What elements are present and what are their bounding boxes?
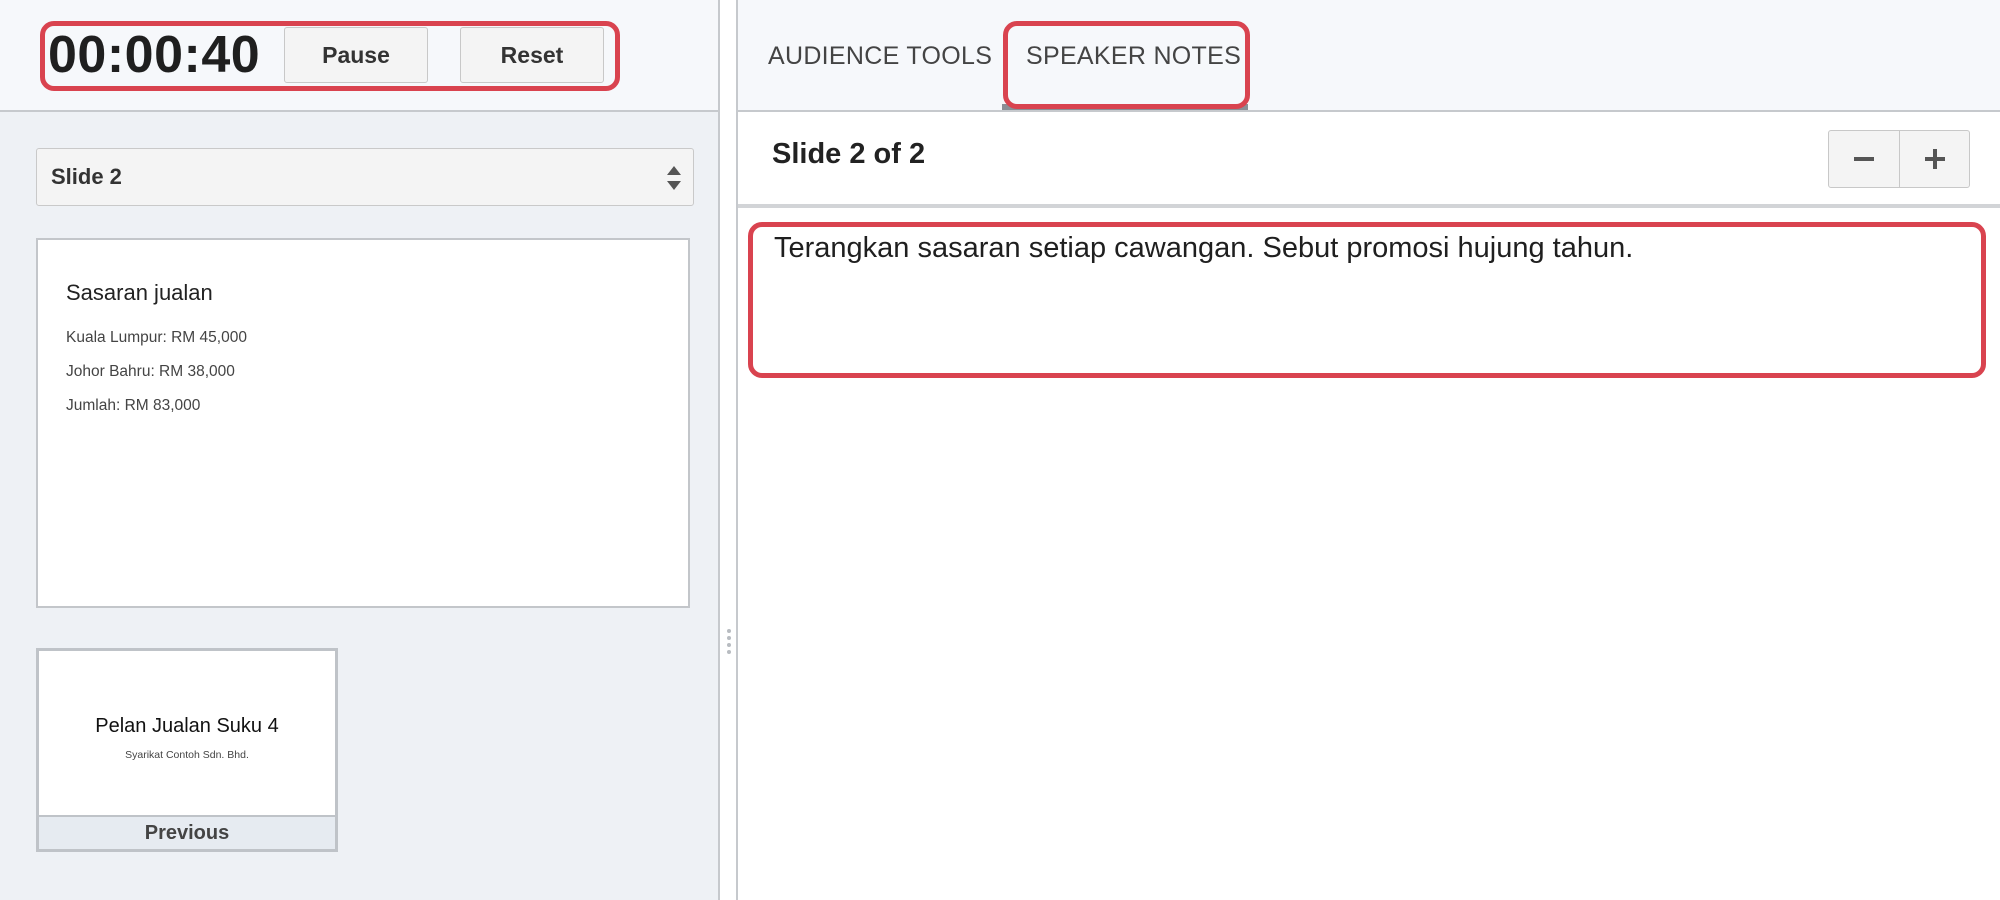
previous-slide-title: Pelan Jualan Suku 4 (95, 715, 279, 737)
current-slide-bullets: Kuala Lumpur: RM 45,000 Johor Bahru: RM … (66, 328, 247, 430)
presenter-right-pane: AUDIENCE TOOLS SPEAKER NOTES Slide 2 of … (736, 0, 2000, 900)
slide-select[interactable]: Slide 2 (36, 148, 694, 206)
decrease-font-button[interactable] (1829, 131, 1899, 187)
current-slide-bullet: Jumlah: RM 83,000 (66, 397, 201, 414)
current-slide-bullet: Johor Bahru: RM 38,000 (66, 363, 235, 380)
notes-header: Slide 2 of 2 (738, 112, 2000, 208)
active-tab-indicator (1002, 104, 1248, 110)
previous-slide-subtitle: Syarikat Contoh Sdn. Bhd. (125, 749, 249, 761)
presenter-left-pane: 00:00:40 Pause Reset Slide 2 Sasaran jua… (0, 0, 720, 900)
current-slide-preview: Sasaran jualan Kuala Lumpur: RM 45,000 J… (36, 238, 690, 608)
minus-icon (1854, 157, 1874, 161)
timer-toolbar: 00:00:40 Pause Reset (0, 0, 718, 112)
drag-handle-icon[interactable] (725, 628, 733, 654)
slide-count: Slide 2 of 2 (772, 138, 926, 170)
slide-select-value: Slide 2 (51, 164, 122, 189)
tab-bar: AUDIENCE TOOLS SPEAKER NOTES (738, 0, 2000, 112)
current-slide-bullet: Kuala Lumpur: RM 45,000 (66, 329, 247, 346)
up-down-arrows-icon (667, 166, 681, 190)
reset-button[interactable]: Reset (460, 27, 604, 83)
font-size-controls (1828, 130, 1970, 188)
speaker-notes-text: Terangkan sasaran setiap cawangan. Sebut… (774, 232, 1634, 264)
timer-display: 00:00:40 (48, 26, 261, 84)
previous-slide-label: Previous (39, 815, 335, 849)
presenter-view: 00:00:40 Pause Reset Slide 2 Sasaran jua… (0, 0, 2000, 900)
current-slide-title: Sasaran jualan (66, 280, 213, 305)
increase-font-button[interactable] (1899, 131, 1969, 187)
tab-audience-tools[interactable]: AUDIENCE TOOLS (768, 0, 992, 112)
pause-button[interactable]: Pause (284, 27, 428, 83)
tab-speaker-notes[interactable]: SPEAKER NOTES (1026, 0, 1241, 112)
plus-icon (1924, 149, 1945, 169)
previous-slide-thumbnail[interactable]: Pelan Jualan Suku 4 Syarikat Contoh Sdn.… (36, 648, 338, 852)
